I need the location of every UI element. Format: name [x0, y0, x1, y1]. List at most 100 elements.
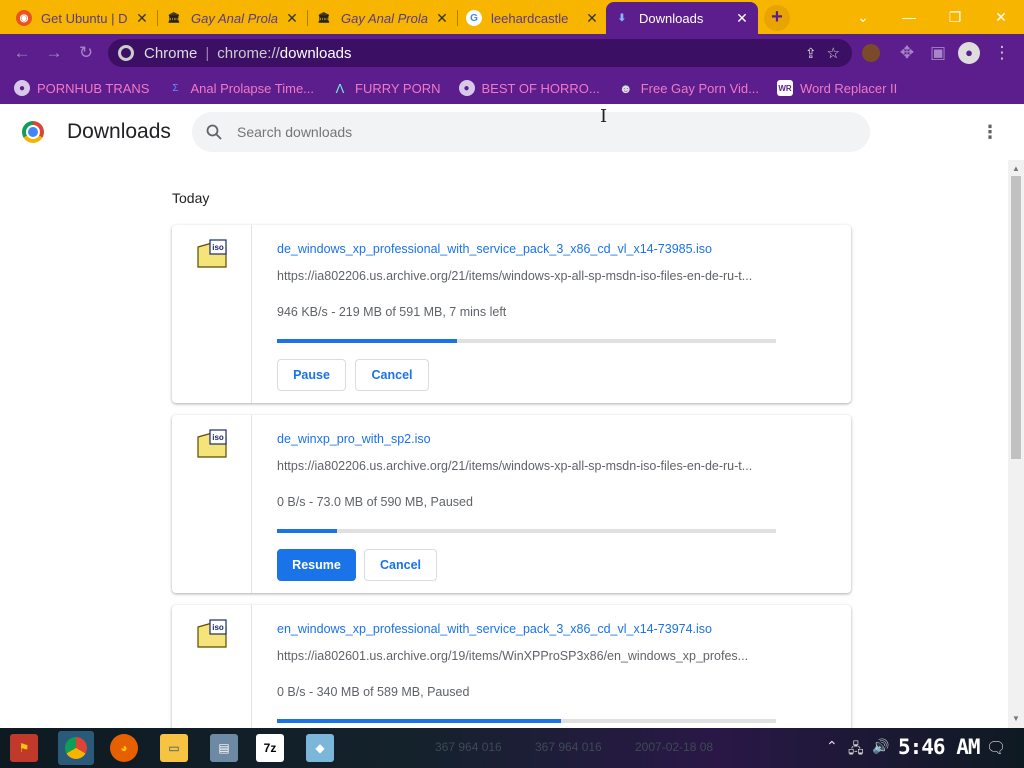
extension-avatar-icon[interactable] [862, 44, 880, 62]
7zip-icon[interactable]: 7z [256, 734, 284, 762]
archive-icon: 🏛 [167, 12, 181, 24]
tray-expand-icon[interactable]: ⌃ [826, 738, 838, 755]
bot-icon: ☻ [618, 80, 633, 96]
file-url-link[interactable]: https://ia802206.us.archive.org/21/items… [277, 459, 775, 473]
close-icon[interactable]: ✕ [584, 10, 600, 26]
tab-archive-1[interactable]: 🏛 Gay Anal Prola ✕ [158, 2, 308, 34]
resume-button[interactable]: Resume [277, 549, 356, 581]
tab-get-ubuntu[interactable]: ◉ Get Ubuntu | D ✕ [8, 2, 158, 34]
pause-button[interactable]: Pause [277, 359, 346, 391]
file-icon-column: iso [172, 225, 252, 403]
search-bar[interactable] [192, 112, 870, 152]
chrome-logo-icon [22, 121, 44, 143]
iso-file-icon: iso [197, 239, 227, 268]
search-icon [204, 122, 224, 142]
url-text: chrome://downloads [217, 44, 352, 62]
archive-icon: 🏛 [317, 12, 331, 24]
iso-file-icon: iso [197, 429, 227, 458]
reload-button[interactable]: ↻ [74, 41, 98, 65]
bookmark-star-icon[interactable]: ☆ [827, 44, 840, 62]
chrome-icon [118, 45, 134, 61]
tab-title: leehardcastle [491, 10, 569, 26]
search-input[interactable] [237, 124, 837, 140]
extensions-puzzle-icon[interactable]: ✥ [895, 41, 919, 65]
start-button[interactable]: ⚑ [10, 734, 38, 762]
bookmark-item[interactable]: ● PORNHUB TRANS [14, 80, 149, 96]
download-icon: ⬇ [617, 12, 627, 24]
downloads-page: Downloads ⋮ ▲ ▼ Today iso de_windows_xp_… [0, 104, 1024, 728]
firefox-icon[interactable]: ◕ [110, 734, 138, 762]
page-title: Downloads [67, 120, 171, 143]
browser-toolbar: ← → ↻ Chrome | chrome://downloads ⇪ ☆ ✥ … [0, 34, 1024, 72]
tab-archive-2[interactable]: 🏛 Gay Anal Prola ✕ [308, 2, 458, 34]
address-bar[interactable]: Chrome | chrome://downloads ⇪ ☆ [108, 39, 852, 67]
close-window-button[interactable]: ✕ [978, 0, 1024, 34]
maximize-button[interactable]: ❐ [932, 0, 978, 34]
share-icon[interactable]: ⇪ [805, 45, 817, 62]
wr-icon: WR [776, 80, 793, 96]
app-taskbar-icon[interactable]: ◆ [306, 734, 334, 762]
ubuntu-icon: ◉ [16, 10, 32, 26]
more-actions-icon[interactable]: ⋮ [980, 121, 1000, 143]
tab-search-icon[interactable]: ⌄ [840, 0, 886, 34]
mycomputer-icon[interactable]: ▤ [210, 734, 238, 762]
cancel-button[interactable]: Cancel [355, 359, 429, 391]
minimize-button[interactable]: — [886, 0, 932, 34]
svg-text:iso: iso [212, 433, 224, 442]
bookmark-item[interactable]: ● BEST OF HORRO... [458, 80, 600, 96]
file-name-link[interactable]: de_windows_xp_professional_with_service_… [277, 242, 712, 256]
site-icon: Σ [172, 82, 179, 94]
bookmark-item[interactable]: ☻ Free Gay Porn Vid... [618, 80, 759, 96]
iso-file-icon: iso [197, 619, 227, 648]
scroll-up-icon[interactable]: ▲ [1008, 162, 1024, 176]
triangle-icon: Λ [335, 80, 345, 96]
taskbar: ⚑ ◕ ▭ ▤ 7z ◆ 367 964 016 367 964 016 200… [0, 728, 1024, 768]
close-icon[interactable]: ✕ [134, 10, 150, 26]
close-icon[interactable]: ✕ [434, 10, 450, 26]
bookmarks-bar: ● PORNHUB TRANS Σ Anal Prolapse Time... ΛF… [0, 72, 1024, 104]
scrollbar[interactable]: ▲ ▼ [1008, 160, 1024, 728]
download-card: iso en_windows_xp_professional_with_serv… [172, 605, 851, 728]
chrome-taskbar-icon[interactable] [58, 731, 94, 765]
file-name-link[interactable]: en_windows_xp_professional_with_service_… [277, 622, 712, 636]
tab-strip: ◉ Get Ubuntu | D ✕ 🏛 Gay Anal Prola ✕ 🏛 … [0, 0, 1024, 34]
date-heading: Today [172, 190, 210, 206]
side-panel-icon[interactable]: ▣ [926, 41, 950, 65]
bookmark-item[interactable]: Λ FURRY PORN [332, 80, 441, 96]
network-icon[interactable]: 🖧 [848, 738, 864, 762]
new-tab-button[interactable]: + [764, 5, 790, 31]
profile-avatar-icon[interactable]: ● [958, 42, 980, 64]
file-url-link[interactable]: https://ia802601.us.archive.org/19/items… [277, 649, 775, 663]
download-status: 946 KB/s - 219 MB of 591 MB, 7 mins left [277, 305, 507, 319]
menu-kebab-icon[interactable]: ⋮ [990, 41, 1014, 65]
clock[interactable]: 5:46 AM [898, 735, 981, 759]
close-icon[interactable]: ✕ [734, 10, 750, 26]
volume-icon[interactable]: 🔊 [872, 738, 889, 755]
site-label: Chrome [144, 44, 198, 62]
close-icon[interactable]: ✕ [284, 10, 300, 26]
tab-downloads[interactable]: ⬇ Downloads ✕ [606, 2, 758, 34]
google-icon: G [466, 10, 482, 26]
scrollbar-thumb[interactable] [1011, 176, 1021, 459]
notification-icon[interactable]: 🗨 [986, 738, 1006, 758]
file-explorer-icon[interactable]: ▭ [160, 734, 188, 762]
forward-button[interactable]: → [42, 41, 66, 65]
file-url-link[interactable]: https://ia802206.us.archive.org/21/items… [277, 269, 775, 283]
svg-text:iso: iso [212, 623, 224, 632]
download-card: iso de_winxp_pro_with_sp2.iso https://ia… [172, 415, 851, 593]
download-status: 0 B/s - 73.0 MB of 590 MB, Paused [277, 495, 473, 509]
cancel-button[interactable]: Cancel [364, 549, 437, 581]
scroll-down-icon[interactable]: ▼ [1008, 712, 1024, 726]
text-cursor-icon: I [600, 106, 608, 127]
back-button[interactable]: ← [10, 41, 34, 65]
file-name-link[interactable]: de_winxp_pro_with_sp2.iso [277, 432, 431, 446]
bookmark-item[interactable]: Σ Anal Prolapse Time... [167, 80, 314, 96]
progress-bar [277, 529, 776, 533]
tab-title: Get Ubuntu | D [41, 10, 128, 26]
tab-google-search[interactable]: G leehardcastle ✕ [458, 2, 608, 34]
tab-title: Gay Anal Prola [341, 10, 428, 26]
bookmark-item[interactable]: WR Word Replacer II [776, 80, 897, 96]
globe-icon: ● [14, 80, 30, 96]
download-status: 0 B/s - 340 MB of 589 MB, Paused [277, 685, 470, 699]
tab-title: Downloads [639, 10, 704, 26]
